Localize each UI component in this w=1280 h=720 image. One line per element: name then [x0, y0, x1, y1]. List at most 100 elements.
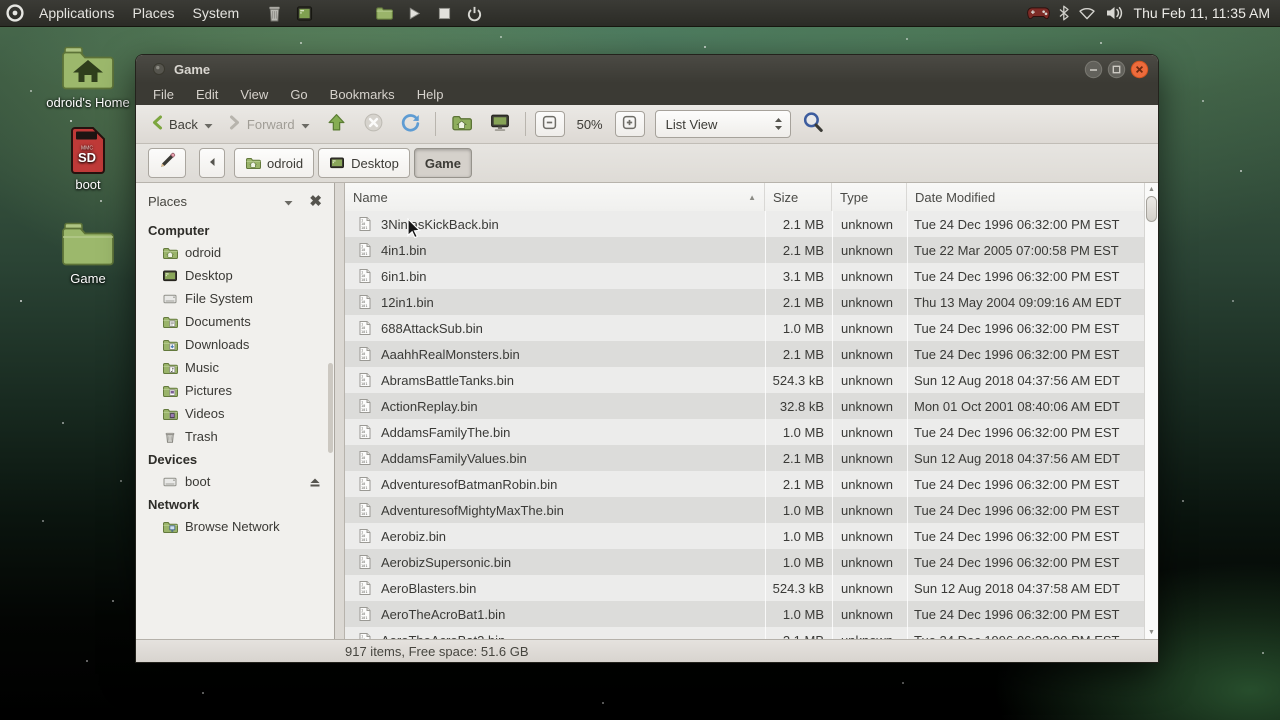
- menu-edit[interactable]: Edit: [185, 85, 229, 104]
- maximize-button[interactable]: [1107, 60, 1126, 79]
- launcher-folder-icon[interactable]: [372, 1, 396, 25]
- eject-icon[interactable]: [308, 475, 322, 489]
- file-row[interactable]: 110101AbramsBattleTanks.bin524.3 kBunkno…: [345, 367, 1145, 393]
- desktop-icon-odroid-s-home[interactable]: odroid's Home: [24, 42, 152, 110]
- file-row[interactable]: 110101AeroBlasters.bin524.3 kBunknownSun…: [345, 575, 1145, 601]
- minimize-button[interactable]: [1084, 60, 1103, 79]
- launcher-trash-icon[interactable]: [262, 1, 286, 25]
- breadcrumb-scroll-left-button[interactable]: [199, 148, 225, 178]
- titlebar[interactable]: Game: [136, 55, 1158, 83]
- back-button[interactable]: Back: [144, 110, 220, 138]
- list-scroll-thumb[interactable]: [1146, 196, 1157, 222]
- file-row[interactable]: 1101016in1.bin3.1 MBunknownTue 24 Dec 19…: [345, 263, 1145, 289]
- sidebar-item-music[interactable]: ♪Music: [136, 356, 334, 379]
- sidebar-item-boot[interactable]: boot: [136, 470, 334, 493]
- file-date-modified: Tue 24 Dec 1996 06:32:00 PM EST: [907, 263, 1145, 289]
- file-row[interactable]: 110101AerobizSupersonic.bin1.0 MBunknown…: [345, 549, 1145, 575]
- sidebar-item-odroid[interactable]: odroid: [136, 241, 334, 264]
- file-row[interactable]: 110101ActionReplay.bin32.8 kBunknownMon …: [345, 393, 1145, 419]
- launcher-power-icon[interactable]: [462, 1, 486, 25]
- desktop-icon-game[interactable]: Game: [24, 218, 152, 286]
- close-button[interactable]: [1130, 60, 1149, 79]
- home-folder-icon: [162, 245, 178, 261]
- file-row[interactable]: 110101AdventuresofMightyMaxThe.bin1.0 MB…: [345, 497, 1145, 523]
- breadcrumb-desktop[interactable]: Desktop: [318, 148, 410, 178]
- file-row[interactable]: 110101Aerobiz.bin1.0 MBunknownTue 24 Dec…: [345, 523, 1145, 549]
- status-bluetooth-icon[interactable]: [1059, 5, 1069, 21]
- computer-button[interactable]: [482, 108, 518, 140]
- file-date-modified: Sun 12 Aug 2018 04:37:56 AM EDT: [907, 445, 1145, 471]
- menu-go[interactable]: Go: [279, 85, 318, 104]
- file-row[interactable]: 110101AddamsFamilyValues.bin2.1 MBunknow…: [345, 445, 1145, 471]
- sidebar-mode-select[interactable]: Places: [148, 194, 284, 209]
- scroll-up-icon[interactable]: ▲: [1145, 186, 1158, 193]
- back-label: Back: [169, 117, 198, 132]
- sidebar-item-documents[interactable]: Documents: [136, 310, 334, 333]
- search-button[interactable]: [801, 110, 826, 138]
- sidebar-item-desktop[interactable]: Desktop: [136, 264, 334, 287]
- edit-location-button[interactable]: [148, 148, 186, 178]
- chevron-down-icon[interactable]: [284, 194, 293, 209]
- back-dropdown-icon[interactable]: [204, 117, 213, 132]
- column-header-type[interactable]: Type: [832, 183, 907, 211]
- launcher-screen-icon[interactable]: [292, 1, 316, 25]
- file-name: AdventuresofBatmanRobin.bin: [381, 477, 557, 492]
- column-header-name[interactable]: Name▲: [345, 183, 765, 211]
- refresh-button[interactable]: [393, 108, 428, 140]
- file-row[interactable]: 110101AeroTheAcroBat1.bin1.0 MBunknownTu…: [345, 601, 1145, 627]
- up-button[interactable]: [319, 108, 354, 140]
- file-row[interactable]: 110101AaahhRealMonsters.bin2.1 MBunknown…: [345, 341, 1145, 367]
- folder-big-icon: [24, 218, 152, 268]
- file-row[interactable]: 11010112in1.bin2.1 MBunknownThu 13 May 2…: [345, 289, 1145, 315]
- stop-button[interactable]: [356, 108, 391, 140]
- status-gamepad-icon[interactable]: [1027, 6, 1050, 21]
- mate-menu-icon[interactable]: [6, 4, 24, 22]
- forward-button[interactable]: Forward: [222, 110, 317, 138]
- pane-splitter[interactable]: [335, 183, 345, 639]
- file-date-modified: Mon 01 Oct 2001 08:40:06 AM EDT: [907, 393, 1145, 419]
- desktop-icon-boot[interactable]: MMCSDboot: [24, 124, 152, 192]
- svg-text:SD: SD: [78, 150, 96, 165]
- file-row[interactable]: 110101AdventuresofBatmanRobin.bin2.1 MBu…: [345, 471, 1145, 497]
- panel-menu-applications[interactable]: Applications: [30, 2, 124, 24]
- column-header-date-modified[interactable]: Date Modified: [907, 183, 1158, 211]
- launcher-stop-icon[interactable]: [432, 1, 456, 25]
- menu-file[interactable]: File: [142, 85, 185, 104]
- status-wifi-icon[interactable]: [1078, 6, 1096, 20]
- file-row[interactable]: 110101AeroTheAcroBat2.bin2.1 MBunknownTu…: [345, 627, 1145, 639]
- view-mode-select[interactable]: List View: [655, 110, 791, 138]
- breadcrumb-game[interactable]: Game: [414, 148, 472, 178]
- sidebar-item-file-system[interactable]: File System: [136, 287, 334, 310]
- sidebar-item-pictures[interactable]: Pictures: [136, 379, 334, 402]
- panel-clock[interactable]: Thu Feb 11, 11:35 AM: [1134, 5, 1270, 21]
- menu-view[interactable]: View: [229, 85, 279, 104]
- sidebar-item-label: Trash: [185, 429, 218, 444]
- menu-help[interactable]: Help: [406, 85, 455, 104]
- scroll-down-icon[interactable]: ▼: [1145, 629, 1158, 636]
- file-row[interactable]: 110101AddamsFamilyThe.bin1.0 MBunknownTu…: [345, 419, 1145, 445]
- menu-bookmarks[interactable]: Bookmarks: [319, 85, 406, 104]
- sidebar-scrollbar[interactable]: [328, 223, 333, 403]
- sidebar-item-browse-network[interactable]: Browse Network: [136, 515, 334, 538]
- forward-dropdown-icon[interactable]: [301, 117, 310, 132]
- file-name: AaahhRealMonsters.bin: [381, 347, 520, 362]
- file-row[interactable]: 1101013NinjasKickBack.bin2.1 MBunknownTu…: [345, 211, 1145, 237]
- column-header-size[interactable]: Size: [765, 183, 832, 211]
- breadcrumb-odroid[interactable]: odroid: [234, 148, 314, 178]
- sidebar-item-downloads[interactable]: Downloads: [136, 333, 334, 356]
- zoom-in-button[interactable]: [615, 111, 645, 137]
- home-button[interactable]: [443, 108, 480, 140]
- toolbar: Back Forward 50% List View: [136, 105, 1158, 144]
- list-scrollbar[interactable]: ▲ ▼: [1144, 183, 1158, 639]
- sidebar-close-icon[interactable]: ✖: [293, 192, 322, 210]
- file-row[interactable]: 110101688AttackSub.bin1.0 MBunknownTue 2…: [345, 315, 1145, 341]
- launcher-play-icon[interactable]: [402, 1, 426, 25]
- sidebar-item-videos[interactable]: Videos: [136, 402, 334, 425]
- file-row[interactable]: 1101014in1.bin2.1 MBunknownTue 22 Mar 20…: [345, 237, 1145, 263]
- status-volume-icon[interactable]: [1105, 5, 1125, 21]
- zoom-out-button[interactable]: [535, 111, 565, 137]
- panel-menu-system[interactable]: System: [184, 2, 249, 24]
- sidebar-item-trash[interactable]: Trash: [136, 425, 334, 448]
- sidebar-scroll-thumb[interactable]: [328, 363, 333, 453]
- panel-menu-places[interactable]: Places: [124, 2, 184, 24]
